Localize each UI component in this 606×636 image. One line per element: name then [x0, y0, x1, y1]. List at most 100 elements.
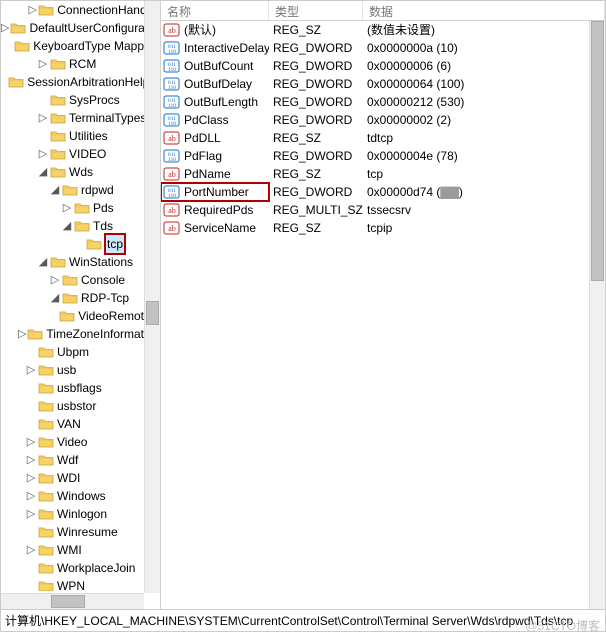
expander-icon[interactable]: ▷ [28, 1, 37, 19]
expander-icon[interactable]: ▷ [61, 199, 73, 217]
value-row[interactable]: ServiceNameREG_SZtcpip [161, 219, 605, 237]
value-row[interactable]: InteractiveDelayREG_DWORD0x0000000a (10) [161, 39, 605, 57]
tree-node[interactable]: ▷RCM [1, 55, 160, 73]
tree-node-label: SysProcs [69, 91, 120, 109]
tree-node[interactable]: ◢rdpwd [1, 181, 160, 199]
tree-node[interactable]: KeyboardType Mapping [1, 37, 160, 55]
tree-node[interactable]: ◢Wds [1, 163, 160, 181]
expander-icon[interactable]: ◢ [37, 253, 49, 271]
value-row[interactable]: PdNameREG_SZtcp [161, 165, 605, 183]
tree-node-label: WDI [57, 469, 80, 487]
tree-node[interactable]: ▷Console [1, 271, 160, 289]
tree-node[interactable]: VAN [1, 415, 160, 433]
expander-icon[interactable]: ▷ [1, 19, 9, 37]
scrollbar-thumb[interactable] [591, 21, 604, 281]
value-data: 0x00000002 (2) [363, 111, 605, 129]
status-bar-path: 计算机\HKEY_LOCAL_MACHINE\SYSTEM\CurrentCon… [0, 610, 606, 632]
tree-node[interactable]: Utilities [1, 127, 160, 145]
tree-node[interactable]: ◢Tds [1, 217, 160, 235]
value-row[interactable]: OutBufCountREG_DWORD0x00000006 (6) [161, 57, 605, 75]
tree-node[interactable]: ▷Winlogon [1, 505, 160, 523]
column-header-name[interactable]: 名称 [161, 1, 269, 20]
tree-node[interactable]: ▷ WDI [1, 469, 160, 487]
value-name: PdName [184, 165, 231, 183]
value-type: REG_DWORD [269, 111, 363, 129]
tree-node[interactable]: ▷Windows [1, 487, 160, 505]
tree-node[interactable]: usbstor [1, 397, 160, 415]
expander-icon[interactable]: ▷ [25, 505, 37, 523]
value-row[interactable]: PdClassREG_DWORD0x00000002 (2) [161, 111, 605, 129]
value-data: 0x0000004e (78) [363, 147, 605, 165]
tree-node[interactable]: WPN [1, 577, 160, 591]
tree-node[interactable]: ▷usb [1, 361, 160, 379]
value-name: RequiredPds [184, 201, 253, 219]
tree-node[interactable]: Ubpm [1, 343, 160, 361]
folder-icon [38, 579, 54, 591]
column-header-data[interactable]: 数据 [363, 1, 605, 20]
tree-node-label: tcp [105, 234, 125, 254]
column-header-type[interactable]: 类型 [269, 1, 363, 20]
tree-node[interactable]: Winresume [1, 523, 160, 541]
string-value-icon [163, 22, 181, 38]
expander-icon[interactable]: ▷ [25, 433, 37, 451]
tree-node[interactable]: ▷TimeZoneInformation [1, 325, 160, 343]
tree-node[interactable]: tcp [1, 235, 160, 253]
expander-icon[interactable]: ▷ [18, 325, 26, 343]
tree-node[interactable]: ▷ VIDEO [1, 145, 160, 163]
expander-icon[interactable]: ▷ [37, 145, 49, 163]
value-row[interactable]: OutBufLengthREG_DWORD0x00000212 (530) [161, 93, 605, 111]
expander-icon[interactable]: ◢ [49, 289, 61, 307]
value-row[interactable]: RequiredPdsREG_MULTI_SZtssecsrv [161, 201, 605, 219]
tree-node[interactable]: ▷ConnectionHandler [1, 1, 160, 19]
value-row[interactable]: PdDLLREG_SZtdtcp [161, 129, 605, 147]
value-row[interactable]: PortNumberREG_DWORD0x00000d74 (▇▇) [161, 183, 605, 201]
tree-node[interactable]: usbflags [1, 379, 160, 397]
scrollbar-thumb[interactable] [146, 301, 159, 325]
tree-node[interactable]: ▷ WMI [1, 541, 160, 559]
tree-node-label: DefaultUserConfiguration [29, 19, 160, 37]
value-row[interactable]: PdFlagREG_DWORD0x0000004e (78) [161, 147, 605, 165]
expander-icon[interactable]: ▷ [25, 469, 37, 487]
expander-icon[interactable]: ▷ [37, 109, 49, 127]
tree-node[interactable]: ◢RDP-Tcp [1, 289, 160, 307]
binary-value-icon [163, 148, 181, 164]
value-name: OutBufLength [184, 93, 258, 111]
expander-icon[interactable]: ◢ [37, 163, 49, 181]
value-data: tcp [363, 165, 605, 183]
tree-node[interactable]: ▷TerminalTypes [1, 109, 160, 127]
expander-icon[interactable]: ▷ [25, 541, 37, 559]
expander-icon[interactable]: ▷ [37, 55, 49, 73]
folder-icon [38, 489, 54, 503]
tree-node[interactable]: SessionArbitrationHelper [1, 73, 160, 91]
tree-node-label: Utilities [69, 127, 108, 145]
list-vertical-scrollbar[interactable] [589, 21, 605, 609]
tree-horizontal-scrollbar[interactable] [1, 593, 144, 609]
tree-node[interactable]: VideoRemoting [1, 307, 160, 325]
tree-node[interactable]: ▷Pds [1, 199, 160, 217]
expander-icon[interactable]: ◢ [61, 217, 73, 235]
tree-node-label: WMI [57, 541, 82, 559]
tree-node[interactable]: ▷ DefaultUserConfiguration [1, 19, 160, 37]
tree-node[interactable]: SysProcs [1, 91, 160, 109]
scrollbar-thumb[interactable] [51, 595, 85, 608]
folder-icon [50, 57, 66, 71]
tree-vertical-scrollbar[interactable] [144, 1, 160, 593]
value-row[interactable]: (默认)REG_SZ(数值未设置) [161, 21, 605, 39]
folder-icon [62, 291, 78, 305]
expander-icon[interactable]: ▷ [25, 361, 37, 379]
tree-node-label: usbflags [57, 379, 102, 397]
tree-node-label: SessionArbitrationHelper [27, 73, 160, 91]
value-row[interactable]: OutBufDelayREG_DWORD0x00000064 (100) [161, 75, 605, 93]
tree-node-label: VIDEO [69, 145, 106, 163]
tree-node[interactable]: ◢WinStations [1, 253, 160, 271]
expander-icon[interactable]: ▷ [25, 487, 37, 505]
expander-icon[interactable]: ▷ [49, 271, 61, 289]
folder-icon [38, 381, 54, 395]
folder-icon [38, 543, 54, 557]
tree-node[interactable]: ▷Video [1, 433, 160, 451]
tree-node[interactable]: WorkplaceJoin [1, 559, 160, 577]
tree-node[interactable]: ▷Wdf [1, 451, 160, 469]
expander-icon[interactable]: ▷ [25, 451, 37, 469]
value-type: REG_DWORD [269, 57, 363, 75]
expander-icon[interactable]: ◢ [49, 181, 61, 199]
